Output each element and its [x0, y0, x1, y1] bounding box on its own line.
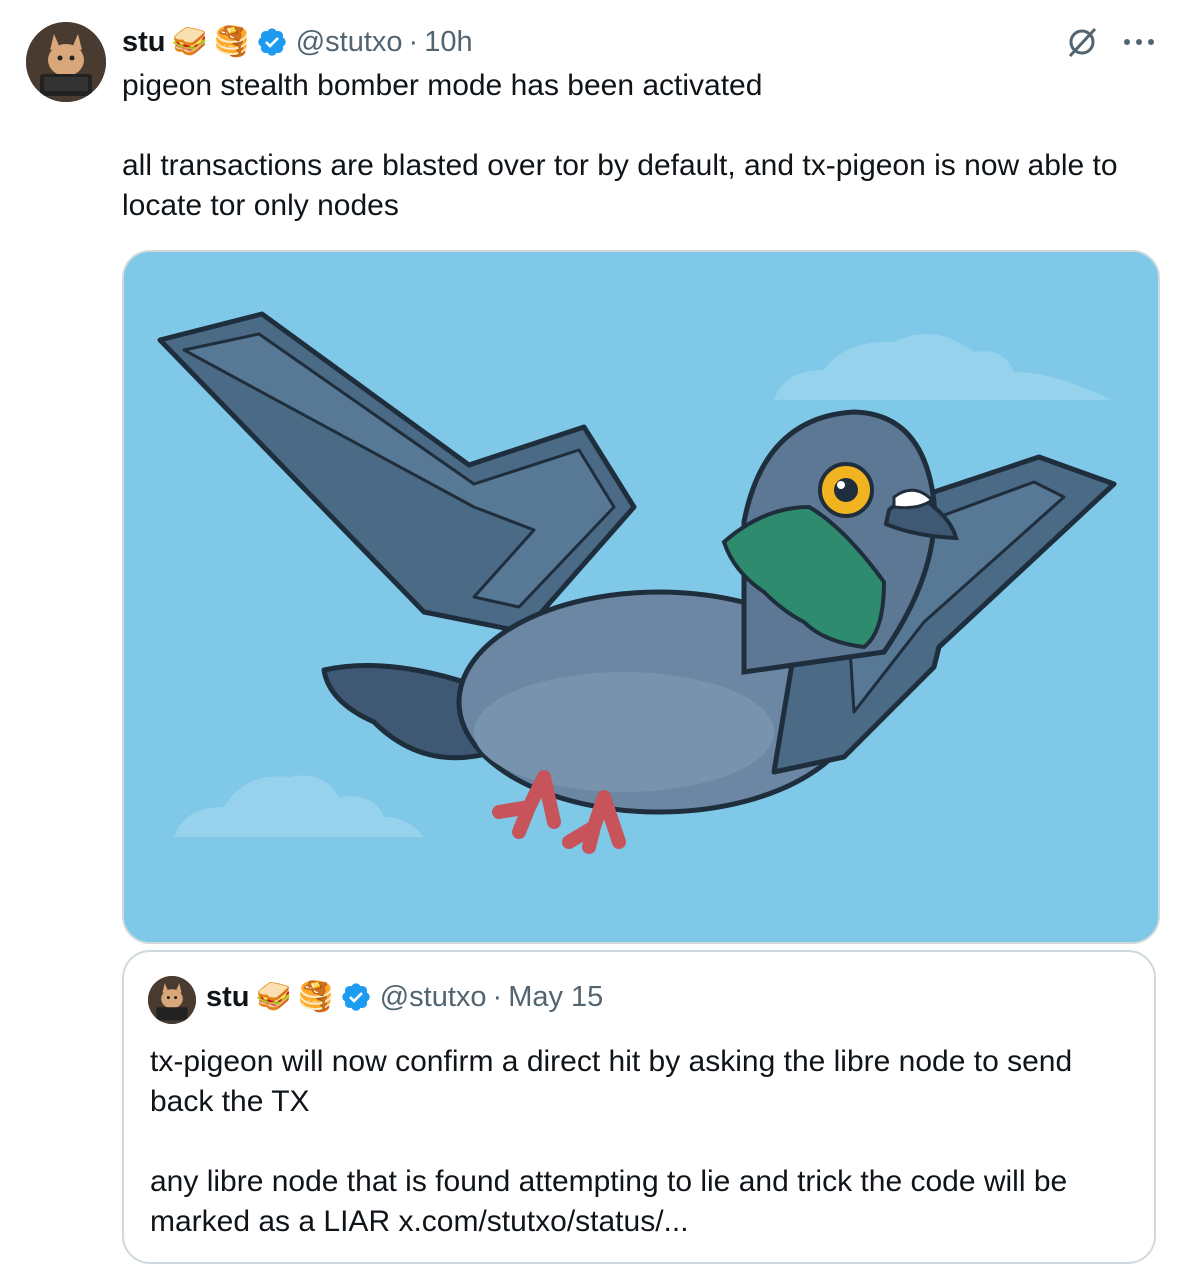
avatar[interactable]	[26, 22, 106, 102]
quoted-date: May 15	[508, 980, 604, 1013]
tweet-header: stu 🥪 🥞 @stutxo · 10h	[122, 22, 473, 62]
sandwich-emoji: 🥪	[255, 981, 292, 1013]
tweet-text: pigeon stealth bomber mode has been acti…	[122, 69, 1118, 222]
more-options-icon[interactable]	[1122, 37, 1156, 47]
quoted-handle: @stutxo	[379, 980, 487, 1013]
quoted-header: stu 🥪 🥞 @stutxo · May 15	[206, 980, 603, 1014]
author-name[interactable]: stu	[122, 26, 166, 59]
grok-icon[interactable]	[1064, 24, 1100, 60]
tweet-image[interactable]	[122, 250, 1160, 944]
pancakes-emoji: 🥞	[297, 981, 334, 1013]
verified-badge-icon[interactable]	[256, 26, 288, 58]
top-actions	[1064, 24, 1156, 60]
author-handle[interactable]: @stutxo	[296, 26, 403, 59]
cat-avatar-icon	[26, 22, 106, 102]
cat-avatar-icon	[148, 976, 196, 1024]
timestamp[interactable]: 10h	[424, 26, 472, 59]
pancakes-emoji: 🥞	[213, 26, 250, 58]
separator-dot: ·	[408, 25, 419, 58]
verified-badge-icon	[342, 983, 370, 1011]
separator-dot: ·	[492, 980, 503, 1013]
quoted-avatar[interactable]	[148, 976, 196, 1024]
quoted-text: tx-pigeon will now confirm a direct hit …	[150, 1045, 1073, 1238]
pigeon-stealth-bomber-illustration	[124, 252, 1158, 942]
sandwich-emoji: 🥪	[171, 26, 208, 58]
quoted-author-name: stu	[206, 980, 250, 1013]
quoted-tweet[interactable]: stu 🥪 🥞 @stutxo · May 15 tx-pigeon will …	[122, 950, 1156, 1264]
